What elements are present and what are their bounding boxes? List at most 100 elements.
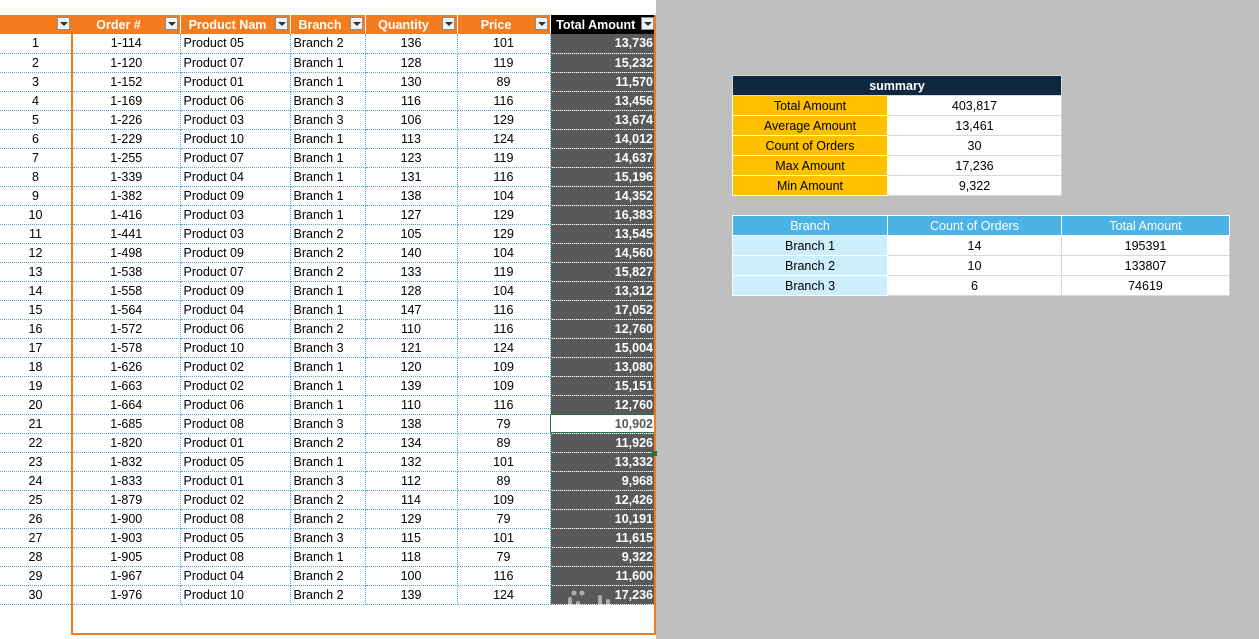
cell-branch[interactable]: Branch 1 <box>290 281 366 301</box>
cell-branch[interactable]: Branch 3 <box>290 110 366 130</box>
cell-index[interactable]: 28 <box>0 547 73 567</box>
branch-count[interactable]: 6 <box>887 275 1062 296</box>
cell-product[interactable]: Product 06 <box>180 395 291 415</box>
cell-quantity[interactable]: 118 <box>365 547 458 567</box>
cell-total[interactable]: 13,080 <box>550 357 656 377</box>
cell-product[interactable]: Product 03 <box>180 110 291 130</box>
cell-price[interactable]: 101 <box>457 528 551 548</box>
cell-total[interactable]: 12,760 <box>550 319 656 339</box>
cell-index[interactable]: 19 <box>0 376 73 396</box>
cell-order-number[interactable]: 1-976 <box>71 585 181 605</box>
branch-name[interactable]: Branch 1 <box>732 235 888 256</box>
cell-price[interactable]: 104 <box>457 243 551 263</box>
cell-order-number[interactable]: 1-226 <box>71 110 181 130</box>
cell-index[interactable]: 4 <box>0 91 73 111</box>
cell-index[interactable]: 13 <box>0 262 73 282</box>
cell-total[interactable]: 13,545 <box>550 224 656 244</box>
cell-branch[interactable]: Branch 2 <box>290 34 366 54</box>
cell-total[interactable]: 15,004 <box>550 338 656 358</box>
cell-price[interactable]: 116 <box>457 319 551 339</box>
cell-index[interactable]: 15 <box>0 300 73 320</box>
cell-product[interactable]: Product 05 <box>180 528 291 548</box>
filter-dropdown-icon[interactable] <box>164 17 178 30</box>
cell-order-number[interactable]: 1-685 <box>71 414 181 434</box>
cell-product[interactable]: Product 07 <box>180 262 291 282</box>
cell-total[interactable]: 15,151 <box>550 376 656 396</box>
cell-order-number[interactable]: 1-903 <box>71 528 181 548</box>
cell-order-number[interactable]: 1-578 <box>71 338 181 358</box>
cell-order-number[interactable]: 1-120 <box>71 53 181 73</box>
cell-branch[interactable]: Branch 2 <box>290 490 366 510</box>
cell-price[interactable]: 79 <box>457 414 551 434</box>
cell-quantity[interactable]: 147 <box>365 300 458 320</box>
summary-value[interactable]: 403,817 <box>887 95 1062 116</box>
cell-total[interactable]: 9,968 <box>550 471 656 491</box>
cell-quantity[interactable]: 139 <box>365 376 458 396</box>
cell-branch[interactable]: Branch 2 <box>290 566 366 586</box>
cell-index[interactable]: 27 <box>0 528 73 548</box>
cell-price[interactable]: 104 <box>457 186 551 206</box>
filter-dropdown-icon[interactable] <box>534 17 548 30</box>
branch-header-branch[interactable]: Branch <box>732 215 888 236</box>
cell-price[interactable]: 119 <box>457 262 551 282</box>
summary-value[interactable]: 9,322 <box>887 175 1062 196</box>
summary-label[interactable]: Min Amount <box>732 175 888 196</box>
cell-branch[interactable]: Branch 1 <box>290 357 366 377</box>
cell-quantity[interactable]: 115 <box>365 528 458 548</box>
cell-total[interactable]: 15,827 <box>550 262 656 282</box>
cell-total[interactable]: 15,196 <box>550 167 656 187</box>
cell-index[interactable]: 23 <box>0 452 73 472</box>
cell-index[interactable]: 2 <box>0 53 73 73</box>
cell-product[interactable]: Product 09 <box>180 243 291 263</box>
branch-header-count[interactable]: Count of Orders <box>887 215 1062 236</box>
cell-quantity[interactable]: 127 <box>365 205 458 225</box>
cell-quantity[interactable]: 140 <box>365 243 458 263</box>
branch-header-total[interactable]: Total Amount <box>1061 215 1230 236</box>
cell-product[interactable]: Product 09 <box>180 281 291 301</box>
fill-handle[interactable] <box>652 451 657 456</box>
cell-product[interactable]: Product 07 <box>180 148 291 168</box>
cell-index[interactable]: 26 <box>0 509 73 529</box>
cell-branch[interactable]: Branch 2 <box>290 433 366 453</box>
cell-index[interactable]: 1 <box>0 34 73 54</box>
cell-product[interactable]: Product 04 <box>180 167 291 187</box>
summary-value[interactable]: 30 <box>887 135 1062 156</box>
summary-label[interactable]: Max Amount <box>732 155 888 176</box>
cell-index[interactable]: 14 <box>0 281 73 301</box>
cell-order-number[interactable]: 1-169 <box>71 91 181 111</box>
summary-value[interactable]: 17,236 <box>887 155 1062 176</box>
cell-order-number[interactable]: 1-664 <box>71 395 181 415</box>
cell-branch[interactable]: Branch 1 <box>290 395 366 415</box>
cell-product[interactable]: Product 02 <box>180 357 291 377</box>
cell-quantity[interactable]: 138 <box>365 414 458 434</box>
cell-order-number[interactable]: 1-558 <box>71 281 181 301</box>
cell-index[interactable]: 25 <box>0 490 73 510</box>
cell-index[interactable]: 12 <box>0 243 73 263</box>
cell-total[interactable]: 13,332 <box>550 452 656 472</box>
cell-total[interactable]: 12,760 <box>550 395 656 415</box>
cell-order-number[interactable]: 1-498 <box>71 243 181 263</box>
cell-quantity[interactable]: 134 <box>365 433 458 453</box>
cell-index[interactable]: 16 <box>0 319 73 339</box>
cell-branch[interactable]: Branch 1 <box>290 376 366 396</box>
cell-branch[interactable]: Branch 1 <box>290 148 366 168</box>
cell-index[interactable]: 21 <box>0 414 73 434</box>
cell-quantity[interactable]: 116 <box>365 91 458 111</box>
cell-index[interactable]: 8 <box>0 167 73 187</box>
cell-branch[interactable]: Branch 1 <box>290 452 366 472</box>
branch-total[interactable]: 195391 <box>1061 235 1230 256</box>
cell-price[interactable]: 124 <box>457 585 551 605</box>
cell-price[interactable]: 109 <box>457 376 551 396</box>
cell-branch[interactable]: Branch 1 <box>290 186 366 206</box>
cell-order-number[interactable]: 1-967 <box>71 566 181 586</box>
summary-label[interactable]: Average Amount <box>732 115 888 136</box>
cell-quantity[interactable]: 128 <box>365 281 458 301</box>
cell-quantity[interactable]: 114 <box>365 490 458 510</box>
cell-index[interactable]: 11 <box>0 224 73 244</box>
cell-quantity[interactable]: 110 <box>365 395 458 415</box>
cell-branch[interactable]: Branch 3 <box>290 91 366 111</box>
cell-order-number[interactable]: 1-538 <box>71 262 181 282</box>
cell-price[interactable]: 89 <box>457 471 551 491</box>
cell-branch[interactable]: Branch 2 <box>290 243 366 263</box>
cell-product[interactable]: Product 06 <box>180 91 291 111</box>
